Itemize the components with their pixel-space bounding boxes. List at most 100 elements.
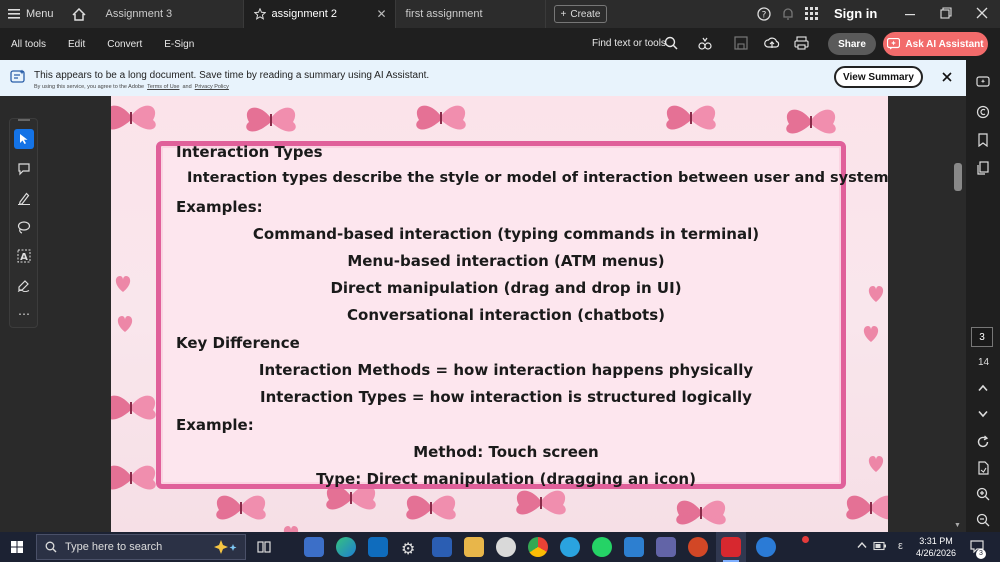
privacy-policy-link[interactable]: Privacy Policy [195,84,229,90]
lasso-icon [17,220,31,234]
telegram-app-icon[interactable] [560,537,580,557]
print-icon[interactable] [794,36,809,50]
ai-tools-icon[interactable] [698,36,712,50]
bell-icon[interactable] [781,7,795,21]
language-indicator[interactable]: ε [898,540,903,552]
settings-gear-icon[interactable]: ⚙ [401,539,415,559]
vertical-scrollbar[interactable]: ▼ [951,96,966,532]
powerpoint-app-icon[interactable] [688,537,708,557]
copy-pages-icon [976,161,990,175]
highlight-tool-button[interactable] [14,188,34,208]
pages-sidebar-button[interactable] [973,158,993,178]
search-icon[interactable] [664,36,678,50]
total-pages-label: 14 [978,357,990,368]
help-app-icon[interactable] [756,537,776,557]
sign-in-link[interactable]: Sign in [834,6,877,21]
upload-cloud-icon[interactable] [764,35,780,51]
menu-all-tools[interactable]: All tools [0,39,54,50]
comment-tool-button[interactable] [14,159,34,179]
ask-ai-assistant-button[interactable]: Ask AI Assistant [883,32,988,56]
chevron-up-icon [978,384,988,392]
speed-app-icon[interactable] [496,537,516,557]
scroll-down-arrow-icon[interactable]: ▼ [954,522,961,529]
current-page-input[interactable]: 3 [971,327,993,347]
more-dots-icon: ⋯ [18,307,30,321]
chevron-up-icon[interactable] [857,541,867,549]
draw-tool-button[interactable] [14,217,34,237]
taskbar-search-input[interactable]: Type here to search [36,534,246,560]
menu-convert[interactable]: Convert [99,39,150,50]
save-icon[interactable] [734,36,748,50]
system-clock[interactable]: 3:31 PM 4/26/2026 [914,535,958,559]
rail-grip[interactable] [18,119,30,121]
edge-browser-icon[interactable] [336,537,356,557]
apps-grid-icon[interactable] [805,7,819,21]
ai-assistant-icon [887,38,901,50]
extract-page-button[interactable] [973,458,993,478]
menu-edit[interactable]: Edit [60,39,93,50]
menu-e-sign[interactable]: E-Sign [156,39,202,50]
view-summary-button[interactable]: View Summary [834,66,923,88]
previous-page-button[interactable] [973,378,993,398]
outlook-app-icon[interactable] [368,537,388,557]
search-placeholder: Type here to search [65,541,163,553]
copyright-comment-icon [976,105,990,119]
document-viewport[interactable]: Interaction Types Interaction types desc… [0,96,966,532]
zoom-in-icon [976,487,990,501]
rotate-button[interactable] [973,432,993,452]
bookmark-icon [976,133,990,147]
tab-assignment-3[interactable]: Assignment 3 [96,0,244,28]
restore-icon[interactable] [940,7,952,19]
key-difference-item: Interaction Methods = how interaction ha… [258,361,754,379]
clock-date: 4/26/2026 [915,548,957,558]
word-app-icon[interactable] [432,537,452,557]
banner-message: This appears to be a long document. Save… [34,70,430,81]
battery-icon[interactable] [873,541,887,551]
tab-first-assignment[interactable]: first assignment [396,0,546,28]
notification-dot [802,536,809,543]
intro-paragraph: Interaction types describe the style or … [187,170,888,186]
terms-of-use-link[interactable]: Terms of Use [147,84,179,90]
more-tools-button[interactable]: ⋯ [14,304,34,324]
title-bar: Menu Assignment 3 assignment 2 ✕ first a… [0,0,1000,28]
document-page: Interaction Types Interaction types desc… [111,96,888,532]
sparkle-icon [211,539,239,555]
teams-app-icon[interactable] [656,537,676,557]
close-tab-icon[interactable]: ✕ [376,7,386,21]
minimize-icon[interactable] [904,8,916,20]
windows-start-icon[interactable] [11,541,23,553]
zoom-in-button[interactable] [973,484,993,504]
next-page-button[interactable] [973,404,993,424]
cursor-arrow-icon [19,133,29,145]
clock-time: 3:31 PM [919,536,953,546]
ai-sidebar-button[interactable] [973,72,993,92]
close-banner-icon[interactable] [942,72,952,82]
ai-chat-icon [976,75,990,89]
share-button[interactable]: Share [828,33,876,55]
home-button[interactable] [62,0,96,28]
help-icon[interactable]: ? [757,7,771,21]
scrollbar-thumb[interactable] [954,163,962,191]
text-tool-button[interactable]: A [14,246,34,266]
whatsapp-app-icon[interactable] [592,537,612,557]
bookmarks-sidebar-button[interactable] [973,130,993,150]
task-view-icon[interactable] [257,540,271,554]
select-tool-button[interactable] [14,129,34,149]
close-window-icon[interactable] [976,7,988,19]
tab-assignment-2[interactable]: assignment 2 ✕ [243,0,396,28]
menu-button[interactable]: Menu [0,0,62,28]
example-item: Menu-based interaction (ATM menus) [347,252,665,270]
example-line: Method: Touch screen [413,443,599,461]
photos-app-icon[interactable] [624,537,644,557]
acrobat-app-icon[interactable] [721,537,741,557]
sign-tool-button[interactable] [14,275,34,295]
find-text-label[interactable]: Find text or tools [592,38,666,49]
chrome-browser-icon[interactable] [528,537,548,557]
create-button[interactable]: + Create [553,5,608,23]
star-icon[interactable] [253,8,266,20]
zoom-out-button[interactable] [973,510,993,530]
comments-sidebar-button[interactable] [973,102,993,122]
pen-icon [17,191,31,205]
store-app-icon[interactable] [304,537,324,557]
file-explorer-icon[interactable] [464,537,484,557]
